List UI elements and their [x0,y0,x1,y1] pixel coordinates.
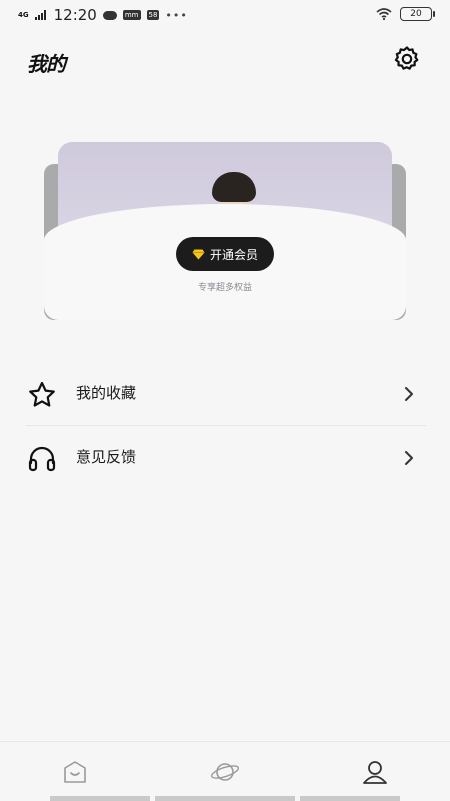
status-app-badge: 58 [146,10,160,20]
membership-card: 开通会员 专享超多权益 [44,142,406,320]
chevron-right-icon [405,451,413,465]
home-icon[interactable] [60,758,90,786]
diamond-icon [192,249,205,259]
planet-icon[interactable] [210,758,240,786]
wifi-icon [376,8,392,20]
system-nav-bar [300,796,400,801]
status-app-icon: mm [122,10,141,20]
gear-icon[interactable] [392,44,422,74]
membership-subtitle: 专享超多权益 [197,283,252,293]
menu-item-label: 意见反馈 [76,448,137,466]
menu-item-label: 我的收藏 [76,384,137,402]
open-membership-button[interactable]: 开通会员 [176,237,274,271]
bottom-nav [0,741,450,801]
signal-icon [34,10,46,20]
cloud-icon [102,10,117,20]
menu-divider [26,425,426,426]
page-title: 我的 [27,52,66,76]
menu-item-feedback[interactable]: 意见反馈 [0,428,450,488]
status-bar: 4G 12:20 mm 58 ••• 20 [0,0,450,30]
headphones-icon [28,446,56,472]
star-icon [29,381,55,407]
battery-indicator: 20 [400,7,435,21]
system-nav-bar [50,796,150,801]
status-time: 12:20 [53,6,97,24]
menu-item-favorites[interactable]: 我的收藏 [0,364,450,424]
open-membership-label: 开通会员 [209,247,258,262]
network-type: 4G [18,10,29,19]
more-notifications-icon: ••• [165,8,188,22]
system-nav-bar [155,796,295,801]
profile-icon[interactable] [360,758,390,786]
chevron-right-icon [405,387,413,401]
